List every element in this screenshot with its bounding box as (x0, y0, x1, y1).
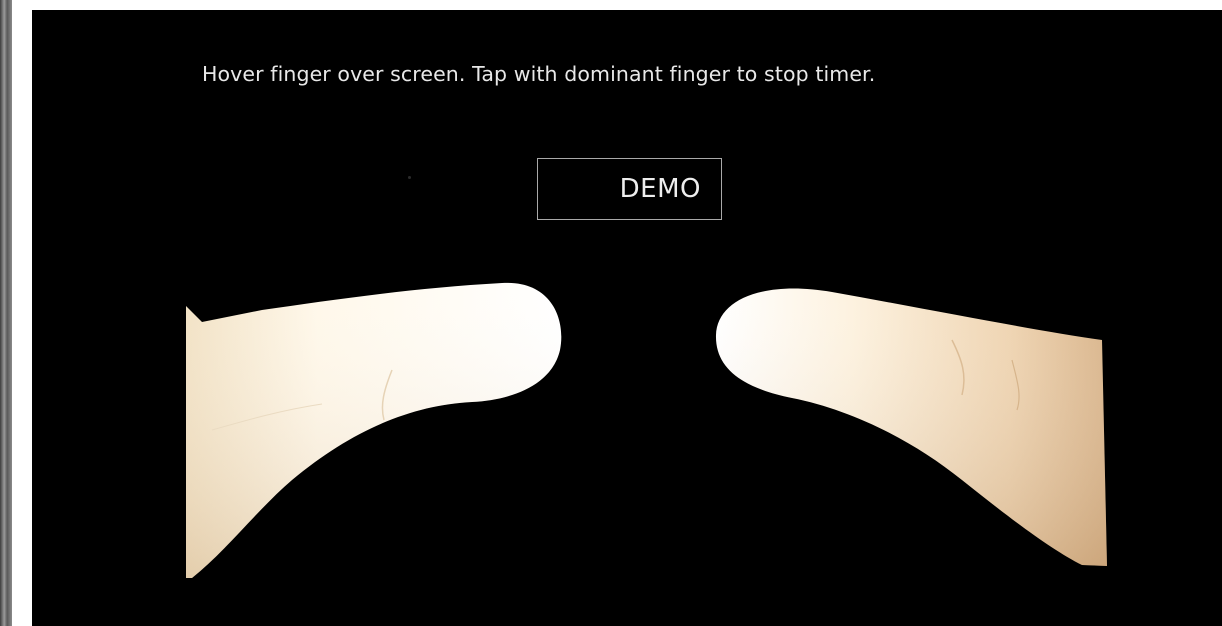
left-finger (186, 282, 562, 578)
background-photo-strip (0, 0, 12, 626)
stage: Hover finger over screen. Tap with domin… (0, 0, 1222, 626)
fingers-illustration (186, 282, 1107, 578)
touch-screen[interactable]: Hover finger over screen. Tap with domin… (32, 10, 1222, 626)
right-finger (715, 288, 1107, 566)
